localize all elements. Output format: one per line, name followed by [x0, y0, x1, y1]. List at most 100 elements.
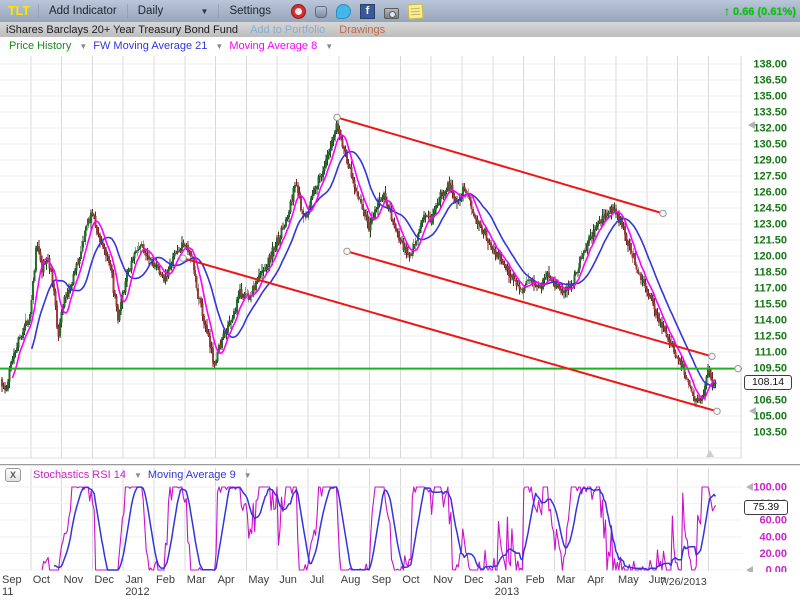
price-bar-body	[673, 342, 675, 352]
price-bar-body	[636, 265, 638, 270]
drawing-handle[interactable]	[714, 408, 720, 414]
last-price-badge: 108.14	[744, 375, 792, 390]
indicator-grid	[0, 468, 742, 571]
x-axis-month-label: Mar	[556, 574, 575, 586]
twitter-icon[interactable]	[336, 4, 351, 19]
price-bar-body	[645, 283, 647, 288]
price-bar-body	[441, 192, 443, 193]
scroll-nub-icon[interactable]	[706, 450, 714, 457]
price-bar-body	[686, 379, 688, 380]
price-bar-body	[425, 215, 427, 216]
drawing-handle[interactable]	[735, 365, 741, 371]
chevron-down-icon[interactable]: ▼	[134, 471, 142, 480]
add-indicator-button[interactable]: Add Indicator	[39, 5, 127, 17]
price-bar-body	[376, 209, 378, 210]
settings-button[interactable]: Settings	[219, 5, 281, 17]
price-bar-body	[13, 353, 15, 359]
price-bar-body	[624, 226, 626, 235]
price-bar-body	[283, 226, 285, 228]
price-axis-label: 106.50	[753, 395, 787, 407]
price-bar-body	[630, 243, 632, 254]
price-bar-body	[286, 217, 288, 219]
price-bar-body	[167, 269, 169, 277]
x-axis-month-label: Mar	[187, 574, 206, 586]
drawing-handle[interactable]	[334, 114, 340, 120]
timeframe-dropdown[interactable]: Daily ▼	[128, 5, 219, 17]
alarm-clock-icon[interactable]	[291, 4, 306, 19]
price-bar-body	[341, 139, 343, 147]
price-bar-body	[512, 275, 514, 280]
indicator-axis-label: 40.00	[759, 531, 787, 543]
drawing-handle[interactable]	[180, 255, 186, 261]
indicator-axis-label: 60.00	[759, 515, 787, 527]
price-bar-body	[99, 235, 101, 243]
drawing-handle[interactable]	[660, 210, 666, 216]
price-bar-body	[240, 289, 242, 297]
indicator-value-badge: 75.39	[744, 500, 788, 515]
price-bar-body	[114, 293, 116, 296]
notes-icon[interactable]	[407, 3, 423, 19]
x-axis-end-date-label: 7/26/2013	[660, 576, 707, 588]
price-bar-body	[324, 167, 326, 171]
price-bar-body	[548, 272, 550, 277]
price-axis-label: 115.50	[754, 299, 787, 311]
price-bar-body	[344, 149, 346, 152]
price-bar-body	[710, 373, 712, 379]
symbol-ticker[interactable]: TLT	[0, 4, 38, 18]
price-bar-body	[154, 265, 156, 267]
price-bar-body	[689, 385, 691, 387]
price-bar-body	[35, 247, 37, 270]
price-bar-body	[285, 219, 287, 226]
price-bar-body	[249, 297, 251, 300]
legend-moving-average-21[interactable]: FW Moving Average 21	[93, 40, 207, 52]
price-axis-label: 118.50	[754, 267, 787, 279]
price-bar-body	[194, 270, 196, 276]
legend-moving-average-8[interactable]: Moving Average 8	[229, 40, 317, 52]
price-bar-body	[93, 215, 95, 216]
price-bar-body	[334, 132, 336, 137]
drawing-handle[interactable]	[344, 248, 350, 254]
price-bar-body	[86, 226, 88, 231]
indicator-axis-label: 20.00	[759, 548, 787, 560]
price-bar-body	[677, 357, 679, 359]
drawings-link[interactable]: Drawings	[339, 24, 385, 36]
price-bar-body	[563, 291, 565, 293]
chevron-down-icon[interactable]: ▼	[325, 42, 333, 51]
price-bar-body	[74, 270, 76, 274]
price-bar-body	[266, 267, 268, 270]
x-axis-month-label: May	[618, 574, 639, 586]
price-bar-body	[355, 188, 357, 192]
price-bar-body	[503, 263, 505, 265]
price-bar-body	[322, 171, 324, 178]
price-bar-body	[60, 312, 62, 322]
add-to-portfolio-link[interactable]: Add to Portfolio	[250, 24, 325, 36]
price-bar-body	[451, 185, 453, 193]
price-bar-body	[445, 190, 447, 192]
camera-icon[interactable]	[384, 8, 399, 19]
price-bar-body	[206, 325, 208, 333]
price-bar-body	[56, 306, 58, 328]
legend-moving-average-9[interactable]: Moving Average 9	[148, 469, 236, 481]
price-bar-body	[175, 253, 177, 254]
price-bar-body	[92, 212, 94, 215]
price-bar-body	[651, 295, 653, 299]
chevron-down-icon[interactable]: ▼	[79, 42, 87, 51]
price-bar-body	[132, 259, 134, 261]
legend-price-history[interactable]: Price History	[9, 40, 71, 52]
facebook-icon[interactable]: f	[360, 4, 375, 19]
chevron-down-icon[interactable]: ▼	[215, 42, 223, 51]
price-bar-body	[664, 326, 666, 331]
price-bar-body	[138, 249, 140, 250]
database-icon[interactable]	[315, 6, 327, 18]
price-bar-body	[652, 299, 654, 304]
drawing-handle[interactable]	[709, 353, 715, 359]
main-chart-canvas[interactable]: 138.00136.50135.00133.50132.00130.50129.…	[0, 54, 800, 464]
price-bar-body	[96, 227, 98, 234]
close-indicator-button[interactable]: X	[5, 468, 21, 482]
price-bar-body	[500, 257, 502, 261]
indicator-axis-label: 0.00	[766, 565, 787, 573]
chevron-down-icon[interactable]: ▼	[244, 471, 252, 480]
price-bar-body	[72, 274, 74, 284]
legend-stochastics-rsi[interactable]: Stochastics RSI 14	[33, 469, 126, 481]
x-axis-month-label: Feb	[526, 574, 545, 586]
